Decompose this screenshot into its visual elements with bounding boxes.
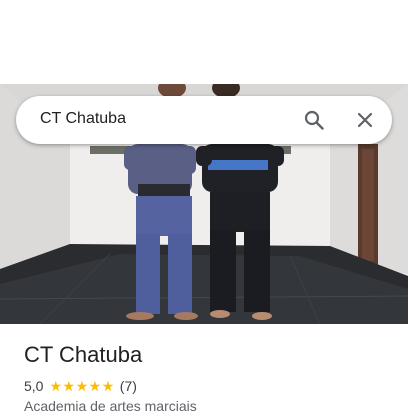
star-icon: ★ [88,378,102,394]
search-bar[interactable]: CT Chatuba [16,96,392,144]
search-icon [304,110,324,130]
search-button[interactable] [302,108,326,132]
rating-value: 5,0 [24,378,44,394]
rating-stars: ★ ★ ★ ★ ★ [49,379,114,393]
rating-row[interactable]: 5,0 ★ ★ ★ ★ ★ (7) [24,377,137,395]
star-icon: ★ [75,378,89,394]
place-category: Academia de artes marciais [24,398,197,414]
star-icon: ★ [101,378,115,394]
place-info-panel: CT Chatuba 5,0 ★ ★ ★ ★ ★ (7) Academia de… [0,324,408,414]
place-title: CT Chatuba [24,342,143,367]
close-icon [357,112,373,128]
top-blank-area [0,0,408,84]
clear-search-button[interactable] [353,108,377,132]
star-icon: ★ [49,378,63,394]
search-query-input[interactable]: CT Chatuba [40,110,126,128]
review-count-link[interactable]: (7) [120,378,137,394]
star-icon: ★ [62,378,76,394]
